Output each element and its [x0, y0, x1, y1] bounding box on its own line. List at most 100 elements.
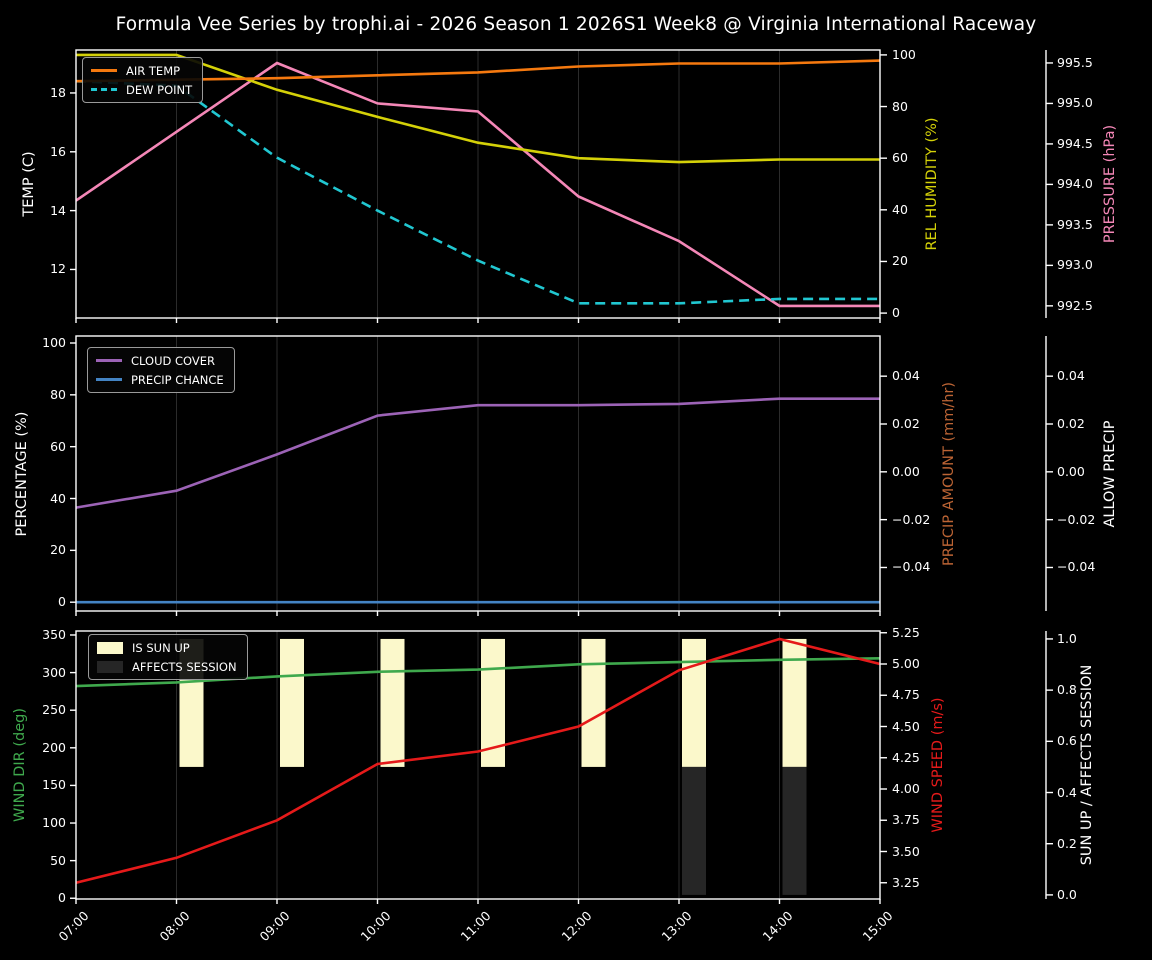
tick-label: 100 — [892, 47, 916, 63]
tick-label: 994.5 — [1057, 136, 1093, 152]
tick-label: 0.02 — [1057, 416, 1085, 432]
legend-item-precip-chance: PRECIP CHANCE — [96, 372, 224, 387]
legend-label-affects-session: AFFECTS SESSION — [132, 659, 237, 674]
bar-is-sun-up — [581, 638, 606, 767]
dew-point-dashed-swatch — [91, 88, 117, 91]
tick-label: 0.04 — [1057, 368, 1085, 384]
x-tick-label: 14:00 — [759, 908, 796, 945]
tick-label: 60 — [50, 438, 66, 454]
legend-label-is-sun-up: IS SUN UP — [132, 640, 190, 655]
tick-label: −0.02 — [1057, 511, 1096, 527]
tick-label: 5.00 — [892, 656, 920, 672]
tick-label: 0.04 — [892, 368, 920, 384]
tick-label: −0.02 — [892, 511, 931, 527]
tick-label: 0 — [892, 305, 900, 321]
tick-label: 80 — [892, 98, 908, 114]
tick-label: 350 — [42, 627, 66, 643]
tick-label: 0.4 — [1057, 784, 1077, 800]
legend-item-is-sun-up: IS SUN UP — [97, 640, 237, 655]
x-tick-label: 07:00 — [55, 908, 92, 945]
tick-label: 994.0 — [1057, 176, 1093, 192]
tick-label: 3.50 — [892, 843, 920, 859]
tick-label: 40 — [50, 490, 66, 506]
tick-label: 16 — [50, 143, 66, 159]
weather-forecast-figure: Formula Vee Series by trophi.ai - 2026 S… — [0, 0, 1152, 960]
cloud-cover-line-swatch — [96, 358, 122, 363]
air-temp-line-swatch — [91, 68, 117, 73]
tick-label: 4.50 — [892, 718, 920, 734]
axis-label-rel-humidity: REL HUMIDITY (%) — [924, 117, 940, 251]
tick-label: 20 — [892, 253, 908, 269]
legend-item-air-temp: AIR TEMP — [91, 63, 192, 78]
precip-chance-line-swatch — [96, 377, 122, 382]
tick-label: 3.25 — [892, 874, 920, 890]
x-tick-label: 10:00 — [357, 908, 394, 945]
axis-label-allow-precip: ALLOW PRECIP — [1102, 420, 1118, 528]
axis-label-temp: TEMP (C) — [21, 151, 37, 217]
axis-label-wind-speed: WIND SPEED (m/s) — [930, 697, 946, 833]
tick-label: 0.8 — [1057, 682, 1077, 698]
tick-label: 0.00 — [892, 464, 920, 480]
tick-label: 0.02 — [892, 416, 920, 432]
axis-label-percentage: PERCENTAGE (%) — [14, 411, 30, 537]
tick-label: 5.25 — [892, 624, 920, 640]
legend-label-cloud-cover: CLOUD COVER — [131, 353, 216, 368]
tick-label: 0.2 — [1057, 835, 1077, 851]
tick-label: 150 — [42, 777, 66, 793]
tick-label: 12 — [50, 261, 66, 277]
legend-item-affects-session: AFFECTS SESSION — [97, 659, 237, 674]
bar-affects-session — [782, 766, 807, 895]
x-tick-label: 13:00 — [658, 908, 695, 945]
x-tick-label: 12:00 — [558, 908, 595, 945]
legend-temperature: AIR TEMP DEW POINT — [82, 57, 204, 103]
tick-label: 100 — [42, 335, 66, 351]
tick-label: 1.0 — [1057, 631, 1077, 647]
legend-cloud-precip: CLOUD COVER PRECIP CHANCE — [87, 347, 235, 393]
x-tick-label: 11:00 — [457, 908, 494, 945]
bar-is-sun-up — [782, 638, 807, 767]
tick-label: 18 — [50, 85, 66, 101]
tick-label: 40 — [892, 202, 908, 218]
legend-item-cloud-cover: CLOUD COVER — [96, 353, 224, 368]
tick-label: 0.0 — [1057, 887, 1077, 903]
tick-label: 995.5 — [1057, 55, 1093, 71]
tick-label: 0 — [58, 890, 66, 906]
tick-label: 50 — [50, 852, 66, 868]
tick-label: 300 — [42, 664, 66, 680]
tick-label: 100 — [42, 815, 66, 831]
legend-label-precip-chance: PRECIP CHANCE — [131, 372, 224, 387]
legend-sun-session: IS SUN UP AFFECTS SESSION — [88, 634, 248, 680]
legend-item-dew-point: DEW POINT — [91, 82, 192, 97]
tick-label: 4.00 — [892, 781, 920, 797]
tick-label: 200 — [42, 740, 66, 756]
x-tick-label: 15:00 — [859, 908, 896, 945]
x-tick-label: 08:00 — [156, 908, 193, 945]
axis-label-precip-amount: PRECIP AMOUNT (mm/hr) — [941, 381, 957, 567]
legend-label-dew-point: DEW POINT — [126, 82, 193, 97]
axis-label-wind-dir: WIND DIR (deg) — [12, 707, 28, 823]
tick-label: 4.75 — [892, 687, 920, 703]
tick-label: 3.75 — [892, 812, 920, 828]
tick-label: −0.04 — [892, 559, 931, 575]
tick-label: 4.25 — [892, 749, 920, 765]
tick-label: 992.5 — [1057, 298, 1093, 314]
bar-is-sun-up — [380, 638, 405, 767]
legend-label-air-temp: AIR TEMP — [126, 63, 181, 78]
tick-label: 20 — [50, 542, 66, 558]
tick-label: 14 — [50, 202, 66, 218]
tick-label: 0.6 — [1057, 733, 1077, 749]
bar-is-sun-up — [682, 638, 706, 767]
tick-label: 995.0 — [1057, 95, 1093, 111]
chart-title: Formula Vee Series by trophi.ai - 2026 S… — [115, 14, 1037, 35]
is-sun-up-patch-swatch — [97, 641, 123, 654]
bar-affects-session — [682, 766, 706, 895]
tick-label: 80 — [50, 387, 66, 403]
tick-label: 60 — [892, 150, 908, 166]
bar-is-sun-up — [280, 638, 304, 767]
tick-label: 0.00 — [1057, 464, 1085, 480]
tick-label: −0.04 — [1057, 559, 1096, 575]
axis-label-sun-up-affects: SUN UP / AFFECTS SESSION — [1079, 664, 1095, 866]
tick-label: 993.5 — [1057, 217, 1093, 233]
affects-session-patch-swatch — [97, 660, 123, 673]
x-tick-label: 09:00 — [256, 908, 293, 945]
